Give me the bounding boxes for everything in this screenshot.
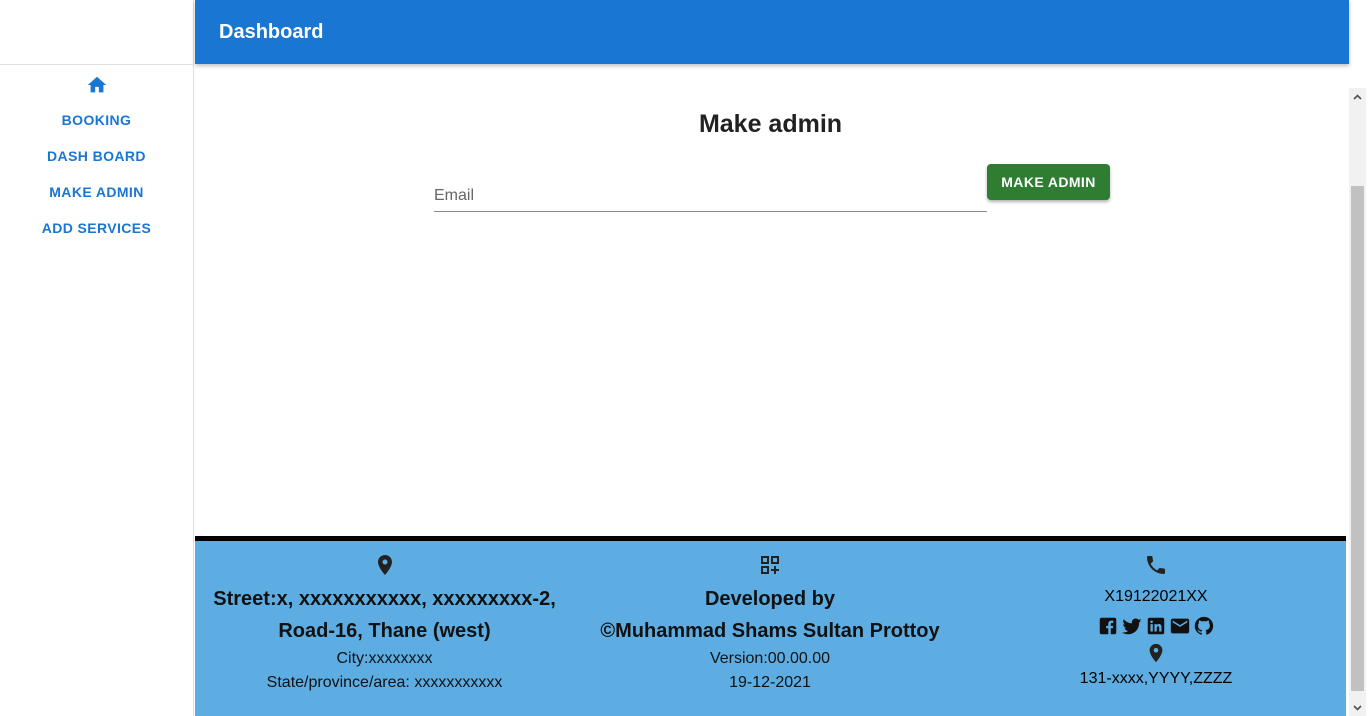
scrollbar[interactable] bbox=[1349, 88, 1366, 716]
qr-code-icon bbox=[761, 556, 779, 574]
email-icon[interactable] bbox=[1169, 615, 1191, 637]
phone-icon bbox=[1147, 556, 1165, 574]
sidebar-item-dashboard[interactable]: DASH BOARD bbox=[47, 138, 146, 174]
home-icon[interactable] bbox=[86, 74, 108, 96]
email-input[interactable] bbox=[434, 182, 987, 210]
footer-contact-column: X19122021XX 131-xxxx,YYYY,ZZZZ bbox=[966, 541, 1346, 688]
sidebar-item-add-services[interactable]: ADD SERVICES bbox=[42, 210, 152, 246]
facebook-icon[interactable] bbox=[1097, 615, 1119, 637]
email-field bbox=[434, 182, 987, 212]
make-admin-heading: Make admin bbox=[698, 110, 843, 138]
app-bar: Dashboard bbox=[195, 0, 1349, 64]
sidebar-nav: BOOKING DASH BOARD MAKE ADMIN ADD SERVIC… bbox=[0, 65, 193, 246]
sidebar-item-booking[interactable]: BOOKING bbox=[62, 102, 132, 138]
scroll-up-icon[interactable] bbox=[1349, 88, 1366, 105]
version-text: Version:00.00.00 bbox=[709, 650, 831, 667]
address-line-1: Street:x, xxxxxxxxxxx, xxxxxxxxx-2, bbox=[213, 588, 556, 610]
footer-address-column: Street:x, xxxxxxxxxxx, xxxxxxxxx-2, Road… bbox=[195, 541, 574, 695]
developed-by-label: Developed by bbox=[704, 588, 836, 610]
scroll-down-icon[interactable] bbox=[1349, 699, 1366, 716]
phone-number: X19122021XX bbox=[1104, 588, 1208, 605]
footer-developer-column: Developed by ©Muhammad Shams Sultan Prot… bbox=[574, 541, 966, 695]
location-pin-icon bbox=[377, 555, 392, 575]
developer-name: ©Muhammad Shams Sultan Prottoy bbox=[600, 620, 940, 642]
sidebar-item-make-admin[interactable]: MAKE ADMIN bbox=[49, 174, 143, 210]
scroll-thumb[interactable] bbox=[1351, 186, 1364, 691]
make-admin-button[interactable]: MAKE ADMIN bbox=[987, 164, 1110, 200]
address-state: State/province/area: xxxxxxxxxxx bbox=[266, 674, 503, 691]
footer: Street:x, xxxxxxxxxxx, xxxxxxxxx-2, Road… bbox=[195, 536, 1346, 716]
main-content: Make admin MAKE ADMIN bbox=[195, 64, 1346, 536]
sidebar-header bbox=[0, 0, 193, 65]
twitter-icon[interactable] bbox=[1121, 615, 1143, 637]
page-title: Dashboard bbox=[219, 20, 324, 43]
social-links bbox=[966, 615, 1346, 637]
contact-address: 131-xxxx,YYYY,ZZZZ bbox=[1079, 670, 1233, 687]
address-line-2: Road-16, Thane (west) bbox=[278, 620, 491, 642]
release-date: 19-12-2021 bbox=[729, 674, 811, 691]
location-pin-icon bbox=[1149, 643, 1163, 663]
address-city: City:xxxxxxxx bbox=[336, 650, 433, 667]
github-icon[interactable] bbox=[1193, 615, 1215, 637]
sidebar: BOOKING DASH BOARD MAKE ADMIN ADD SERVIC… bbox=[0, 0, 194, 716]
linkedin-icon[interactable] bbox=[1145, 615, 1167, 637]
